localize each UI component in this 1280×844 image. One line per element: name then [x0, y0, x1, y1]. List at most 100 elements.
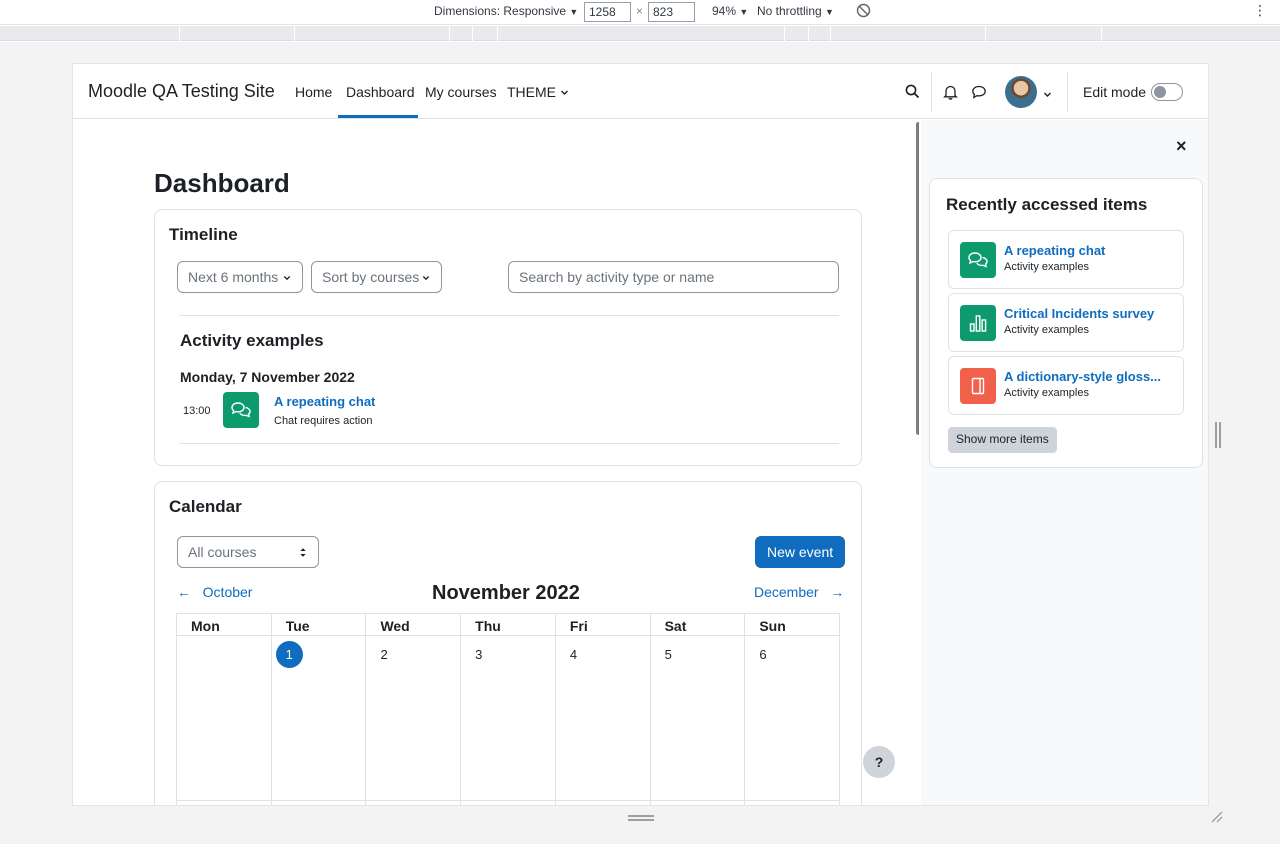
recent-item[interactable]: A dictionary-style gloss... Activity exa…	[948, 356, 1184, 415]
resize-corner-icon[interactable]	[1210, 810, 1224, 829]
prev-month-link[interactable]: ← October	[177, 584, 252, 600]
day-number: 4	[569, 647, 578, 662]
chevron-down-icon	[422, 276, 430, 281]
course-select-label: All courses	[188, 544, 257, 560]
show-more-items-button[interactable]: Show more items	[948, 427, 1057, 453]
close-icon[interactable]: ×	[1176, 136, 1187, 157]
search-icon[interactable]	[905, 84, 920, 104]
calendar-day-today[interactable]: 1	[270, 636, 366, 800]
prev-month-label: October	[202, 584, 253, 600]
calendar-day[interactable]	[744, 801, 841, 805]
weekday-tue: Tue	[270, 614, 366, 635]
new-event-button[interactable]: New event	[755, 536, 846, 568]
site-brand[interactable]: Moodle QA Testing Site	[88, 81, 275, 102]
day-number: 3	[475, 647, 483, 662]
event-detail: Chat requires action	[274, 415, 373, 427]
timeline-sort-dropdown[interactable]: Sort by courses	[311, 261, 442, 293]
recent-item-name[interactable]: Critical Incidents survey	[1004, 306, 1154, 321]
calendar-month-title: November 2022	[432, 582, 580, 604]
edit-mode-toggle[interactable]	[1151, 83, 1183, 101]
nav-theme[interactable]: THEME	[507, 84, 569, 100]
sort-label: Sort by courses	[322, 269, 420, 285]
recent-item-name[interactable]: A repeating chat	[1004, 243, 1105, 258]
recent-item[interactable]: A repeating chat Activity examples	[948, 230, 1184, 289]
scrollbar-thumb[interactable]	[916, 122, 919, 435]
devtools-menu-icon[interactable]: ⋮	[1253, 2, 1267, 19]
calendar-day[interactable]	[365, 801, 460, 805]
calendar-day[interactable]: 5	[649, 636, 745, 800]
calendar-weekday-header: Mon Tue Wed Thu Fri Sat Sun	[176, 613, 841, 636]
recently-accessed-title: Recently accessed items	[946, 195, 1148, 214]
sort-arrows-icon	[300, 548, 306, 557]
nav-my-courses[interactable]: My courses	[425, 84, 497, 100]
nav-dashboard[interactable]: Dashboard	[346, 84, 415, 100]
recent-item-course: Activity examples	[1004, 324, 1089, 336]
calendar-day[interactable]: 3	[460, 636, 555, 800]
timeline-title: Timeline	[169, 225, 238, 244]
resize-handle-bottom[interactable]	[628, 815, 654, 821]
calendar-week-row	[176, 801, 841, 805]
throttling-label: No throttling	[757, 4, 822, 18]
calendar-day[interactable]	[649, 801, 745, 805]
rotate-icon[interactable]	[856, 3, 871, 21]
height-input[interactable]	[648, 2, 695, 22]
user-avatar[interactable]	[1005, 76, 1037, 108]
recent-item[interactable]: Critical Incidents survey Activity examp…	[948, 293, 1184, 352]
edit-mode-label: Edit mode	[1083, 84, 1147, 100]
dimensions-dropdown[interactable]: Dimensions: Responsive ▼	[434, 4, 578, 18]
calendar-day[interactable]	[270, 801, 366, 805]
weekday-wed: Wed	[365, 614, 460, 635]
throttling-dropdown[interactable]: No throttling ▼	[757, 4, 834, 18]
help-button[interactable]: ?	[863, 746, 895, 778]
calendar-day[interactable]: 6	[744, 636, 841, 800]
nav-home[interactable]: Home	[295, 84, 332, 100]
top-navbar: Moodle QA Testing Site Home Dashboard My…	[73, 64, 1208, 119]
resize-handle-right[interactable]	[1215, 422, 1221, 448]
calendar-week-row: 1 2 3 4 5 6	[176, 636, 841, 801]
event-time: 13:00	[183, 405, 211, 417]
calendar-day[interactable]: 2	[365, 636, 460, 800]
timeline-search-input[interactable]: Search by activity type or name	[508, 261, 839, 293]
recent-item-course: Activity examples	[1004, 387, 1089, 399]
timeline-block: Timeline Next 6 months Sort by courses S…	[154, 209, 862, 466]
page-title: Dashboard	[154, 168, 290, 198]
calendar-day-empty	[176, 636, 271, 800]
event-name-link[interactable]: A repeating chat	[274, 394, 375, 409]
survey-icon	[960, 305, 996, 341]
calendar-day[interactable]	[176, 801, 271, 805]
recently-accessed-block: Recently accessed items A repeating chat…	[929, 178, 1203, 468]
calendar-course-select[interactable]: All courses	[177, 536, 319, 568]
dimensions-label: Dimensions: Responsive	[434, 4, 567, 18]
recent-item-name[interactable]: A dictionary-style gloss...	[1004, 369, 1161, 384]
times-label: ×	[636, 4, 644, 18]
arrow-right-icon: →	[830, 584, 845, 600]
calendar-day[interactable]: 4	[554, 636, 650, 800]
nav-theme-label: THEME	[507, 84, 556, 100]
filter-label: Next 6 months	[188, 269, 279, 285]
chevron-down-icon[interactable]	[1043, 86, 1052, 104]
toggle-knob	[1154, 86, 1166, 98]
search-placeholder: Search by activity type or name	[519, 269, 715, 285]
timeline-filter-dropdown[interactable]: Next 6 months	[177, 261, 303, 293]
chevron-down-icon	[283, 276, 291, 281]
calendar-day[interactable]	[554, 801, 650, 805]
messages-icon[interactable]	[971, 84, 987, 105]
day-number: 2	[380, 647, 388, 662]
chat-icon	[960, 242, 996, 278]
arrow-left-icon: ←	[177, 584, 191, 600]
notification-bell-icon[interactable]	[943, 84, 958, 105]
weekday-fri: Fri	[554, 614, 650, 635]
chevron-down-icon: ▼	[739, 7, 749, 17]
calendar-day[interactable]	[460, 801, 555, 805]
width-input[interactable]	[584, 2, 631, 22]
today-badge: 1	[275, 641, 303, 668]
devtools-device-toolbar: Dimensions: Responsive ▼ × 94% ▼ No thro…	[0, 0, 1280, 25]
recent-item-course: Activity examples	[1004, 261, 1089, 273]
zoom-label: 94%	[712, 4, 737, 18]
zoom-dropdown[interactable]: 94% ▼	[712, 4, 748, 18]
weekday-thu: Thu	[460, 614, 555, 635]
day-number: 5	[664, 647, 672, 662]
media-query-ruler	[0, 26, 1280, 41]
chevron-down-icon	[560, 90, 568, 95]
next-month-link[interactable]: December →	[754, 584, 844, 600]
